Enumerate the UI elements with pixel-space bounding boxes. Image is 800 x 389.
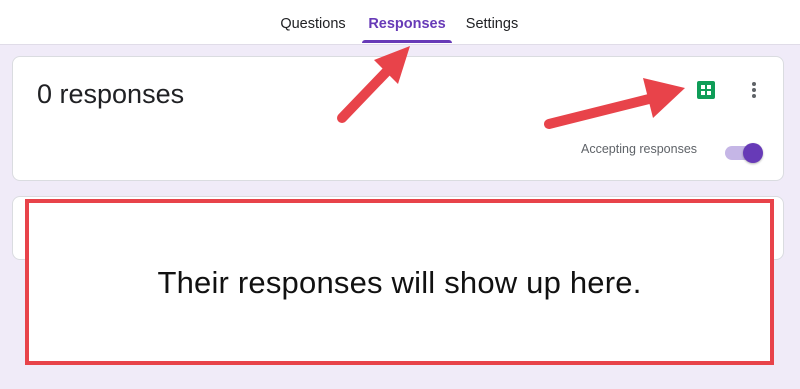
annotation-arrow-sheets <box>544 78 685 129</box>
accepting-responses-label: Accepting responses <box>581 142 698 156</box>
tab-responses[interactable]: Responses <box>362 0 452 44</box>
annotation-arrow-responses <box>337 46 410 123</box>
more-vert-icon[interactable] <box>744 80 764 100</box>
toggle-thumb <box>743 143 763 163</box>
google-sheets-icon[interactable] <box>696 80 716 100</box>
responses-count: 0 responses <box>37 79 185 109</box>
tab-questions[interactable]: Questions <box>279 0 347 44</box>
tab-bar: Questions Responses Settings <box>0 0 800 45</box>
accepting-responses-toggle[interactable] <box>725 141 763 163</box>
annotation-callout-box: Their responses will show up here. <box>25 199 774 365</box>
tab-settings[interactable]: Settings <box>463 0 521 44</box>
annotation-callout-text: Their responses will show up here. <box>157 265 642 300</box>
